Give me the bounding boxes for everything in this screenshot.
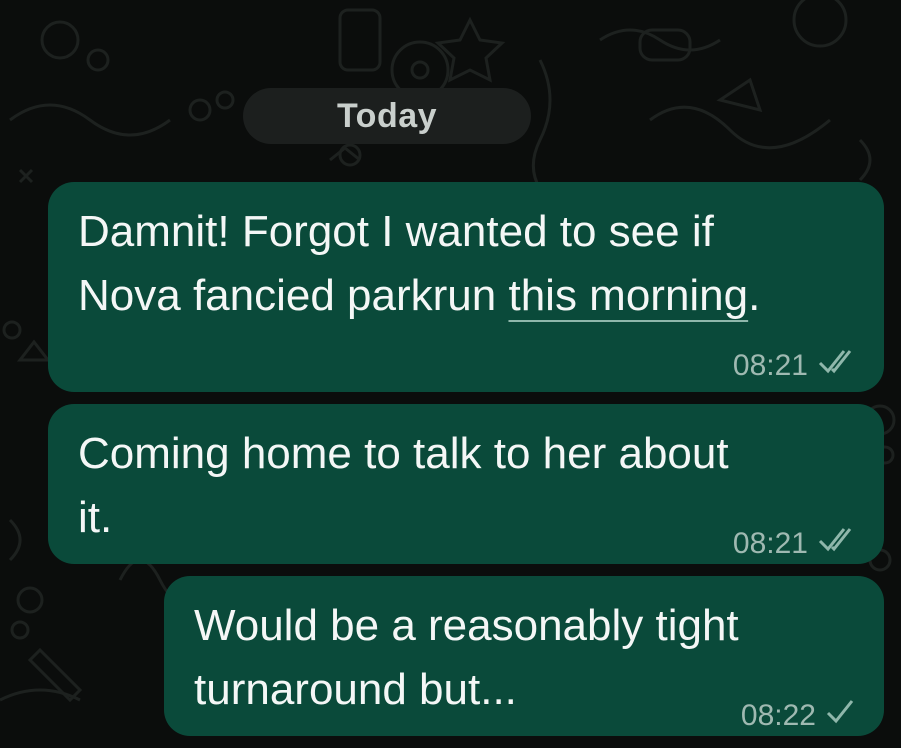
read-double-check-icon xyxy=(816,512,856,576)
message-link[interactable]: this morning xyxy=(508,271,748,320)
message-bubble[interactable]: Coming home to talk to her about it. 08:… xyxy=(48,404,884,564)
message-bubble[interactable]: Would be a reasonably tight turnaround b… xyxy=(164,576,884,736)
message-line: Damnit! Forgot I wanted to see if xyxy=(78,207,714,256)
message-meta: 08:22 xyxy=(741,684,856,748)
message-bubble[interactable]: Damnit! Forgot I wanted to see if Nova f… xyxy=(48,182,884,392)
message-text: Damnit! Forgot I wanted to see if Nova f… xyxy=(78,200,844,328)
message-time: 08:21 xyxy=(732,349,808,382)
message-text: Coming home to talk to her about it. xyxy=(78,422,844,550)
message-meta: 08:21 xyxy=(733,512,856,576)
read-double-check-icon xyxy=(816,334,856,398)
message-line: Coming home to talk to her about xyxy=(78,429,729,478)
date-separator-label: Today xyxy=(336,96,438,135)
sent-single-check-icon xyxy=(824,684,856,748)
message-time: 08:21 xyxy=(732,527,808,560)
message-time: 08:22 xyxy=(740,699,816,732)
message-line: Would be a reasonably tight xyxy=(194,601,739,650)
message-line: it. xyxy=(78,493,113,542)
message-meta: 08:21 xyxy=(733,334,856,398)
message-line: Nova fancied parkrun this morning. xyxy=(78,271,761,320)
date-separator: Today xyxy=(243,88,531,144)
